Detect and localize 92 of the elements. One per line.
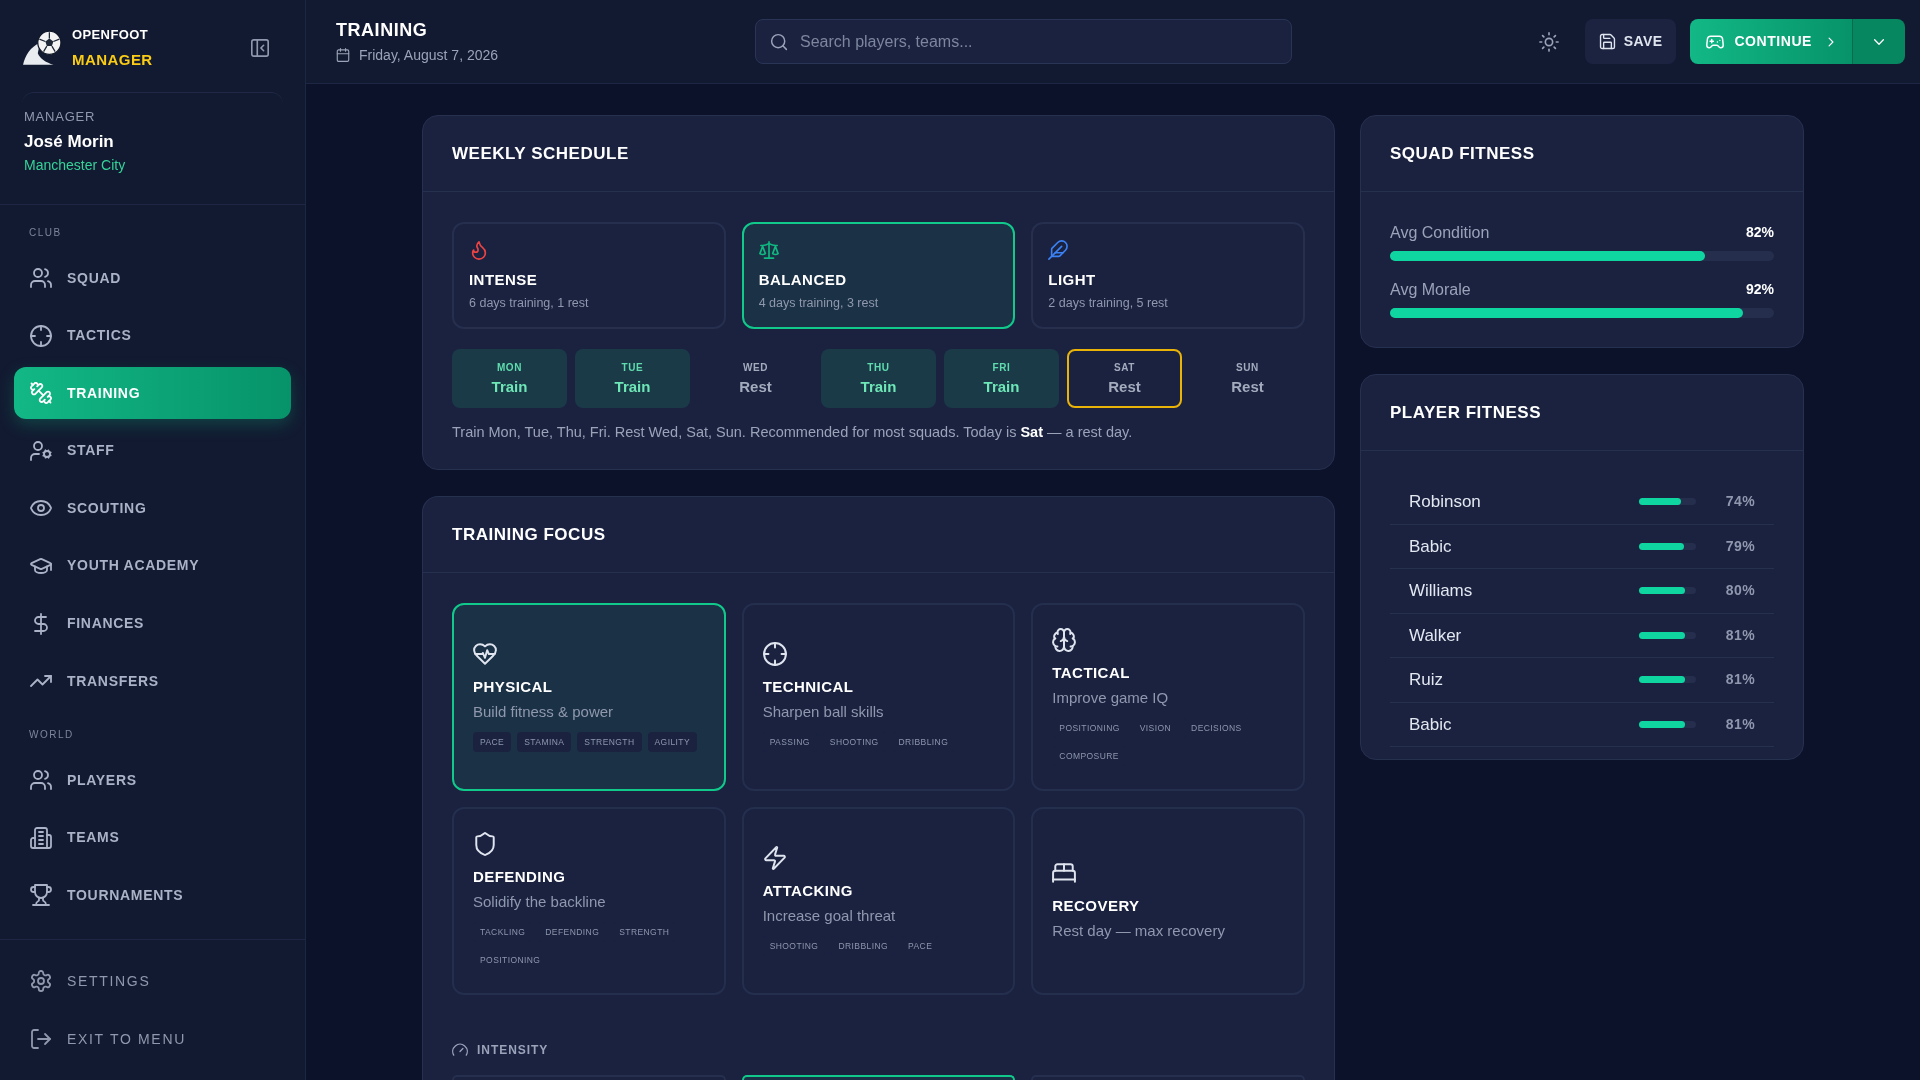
intensity-option[interactable] <box>741 1075 1016 1080</box>
save-button[interactable]: SAVE <box>1584 19 1677 64</box>
manager-label: MANAGER <box>24 109 96 125</box>
focus-option[interactable]: TACTICAL Improve game IQ POSITIONING VISION DECISIONS COMPOSURE <box>1031 603 1305 791</box>
feather-icon <box>1048 240 1069 260</box>
bed-icon <box>1052 861 1077 885</box>
card-title: WEEKLY SCHEDULE <box>452 142 629 165</box>
users-icon <box>30 267 52 289</box>
user-gear-icon <box>30 439 52 462</box>
building-icon <box>30 826 52 849</box>
club-name: Manchester City <box>24 156 126 174</box>
date-label: Friday, August 7, 2026 <box>359 46 499 64</box>
day-button[interactable]: MON Train <box>452 349 567 408</box>
player-name: Robinson <box>1409 491 1482 513</box>
nav-section-heading: CLUB <box>29 227 62 239</box>
nav-item[interactable]: FINANCES <box>14 597 291 650</box>
panel-left-icon <box>250 38 270 58</box>
fitness-value: 81% <box>1724 625 1755 645</box>
dumbbell-icon <box>30 382 52 405</box>
heart-pulse-icon <box>473 642 497 666</box>
exit-icon <box>30 1028 52 1050</box>
fitness-value: 80% <box>1724 581 1755 601</box>
focus-option[interactable]: ATTACKING Increase goal threat SHOOTING DRIBBLING PACE <box>741 807 1016 995</box>
theme-toggle-button[interactable] <box>1538 31 1559 52</box>
fitness-value: 81% <box>1724 714 1755 734</box>
nav-item[interactable]: SETTINGS <box>14 955 291 1007</box>
nav-item[interactable]: SQUAD <box>14 252 291 304</box>
nav-item[interactable]: STAFF <box>14 424 291 477</box>
soccer-ball-logo-icon <box>22 30 62 66</box>
player-name: Babic <box>1409 535 1453 558</box>
nav-item[interactable]: TEAMS <box>14 811 291 864</box>
day-button[interactable]: WED Rest <box>698 349 813 408</box>
day-button[interactable]: FRI Train <box>944 349 1059 408</box>
nav-item[interactable]: SCOUTING <box>14 482 291 535</box>
attribute-label: PACE <box>473 732 512 752</box>
metric-value: 82% <box>1745 223 1774 242</box>
card-title: TRAINING FOCUS <box>452 523 606 546</box>
lightning-icon <box>762 846 787 870</box>
player-name: Babic <box>1409 713 1453 736</box>
day-button[interactable]: TUE Train <box>575 349 690 408</box>
nav-item[interactable]: TOURNAMENTS <box>14 869 291 922</box>
flame-icon <box>469 240 489 260</box>
player-name: Williams <box>1409 580 1474 602</box>
intensity-label: INTENSITY <box>477 1042 549 1059</box>
crosshair-icon <box>30 324 52 347</box>
manager-name: José Morin <box>24 133 114 151</box>
nav-item[interactable]: PLAYERS <box>14 754 291 807</box>
nav-item[interactable]: EXIT TO MENU <box>14 1013 291 1065</box>
focus-option[interactable]: RECOVERY Rest day — max recovery <box>1031 807 1305 995</box>
focus-option[interactable]: PHYSICAL Build fitness & power PACE STAMINA STRENGTH AGILITY <box>452 603 726 791</box>
attribute-label: STRENGTH <box>577 732 642 752</box>
card-title: SQUAD FITNESS <box>1390 142 1535 165</box>
logo-text: OPENFOOT <box>72 28 150 42</box>
logo-text: MANAGER <box>72 52 153 68</box>
fitness-value: 74% <box>1724 492 1755 512</box>
attribute-label: STAMINA <box>517 732 572 752</box>
scales-icon <box>758 240 779 260</box>
focus-option[interactable]: TECHNICAL Sharpen ball skills PASSING SHOOTING DRIBBLING <box>741 603 1016 791</box>
metric-label: Avg Morale <box>1390 279 1471 300</box>
users-icon <box>30 769 52 792</box>
preset-option[interactable]: BALANCED 4 days training, 3 rest <box>741 222 1016 329</box>
schedule-summary: Train Mon, Tue, Thu, Fri. Rest Wed, Sat, Sun. Recommended for most squads. Today is Sat — a rest day. <box>452 423 1134 442</box>
nav-item[interactable]: TRANSFERS <box>14 655 291 708</box>
crosshair-icon <box>762 642 787 666</box>
search-field[interactable]: Search players, teams... <box>755 19 1292 64</box>
fitness-value: 81% <box>1724 670 1755 690</box>
player-name: Ruiz <box>1409 669 1444 691</box>
trophy-icon <box>30 884 52 907</box>
page-title: TRAINING <box>336 19 428 41</box>
day-button[interactable]: SAT Rest <box>1067 349 1182 408</box>
focus-option[interactable]: DEFENDING Solidify the backline TACKLING DEFENDING STRENGTH POSITIONING <box>452 807 726 995</box>
card-title: PLAYER FITNESS <box>1390 401 1542 424</box>
attribute-label: AGILITY <box>647 732 698 752</box>
collapse-sidebar-button[interactable] <box>250 38 270 58</box>
day-button[interactable]: THU Train <box>821 349 936 408</box>
nav-item[interactable]: YOUTH ACADEMY <box>14 539 291 592</box>
fitness-value: 79% <box>1724 536 1755 556</box>
metric-label: Avg Condition <box>1390 222 1490 243</box>
nav-item[interactable]: TACTICS <box>14 309 291 362</box>
preset-option[interactable]: INTENSE 6 days training, 1 rest <box>452 222 726 329</box>
calendar-icon <box>336 48 350 62</box>
gauge-icon <box>452 1042 468 1058</box>
settings-icon <box>30 970 52 992</box>
preset-option[interactable]: LIGHT 2 days training, 5 rest <box>1031 222 1305 329</box>
search-icon <box>770 32 788 51</box>
shield-icon <box>473 832 497 856</box>
player-name: Walker <box>1409 624 1463 647</box>
brain-icon <box>1052 628 1077 652</box>
metric-value: 92% <box>1745 280 1774 299</box>
sun-icon <box>1538 31 1559 52</box>
day-button[interactable]: SUN Rest <box>1190 349 1305 408</box>
nav-section-heading: WORLD <box>29 729 74 742</box>
